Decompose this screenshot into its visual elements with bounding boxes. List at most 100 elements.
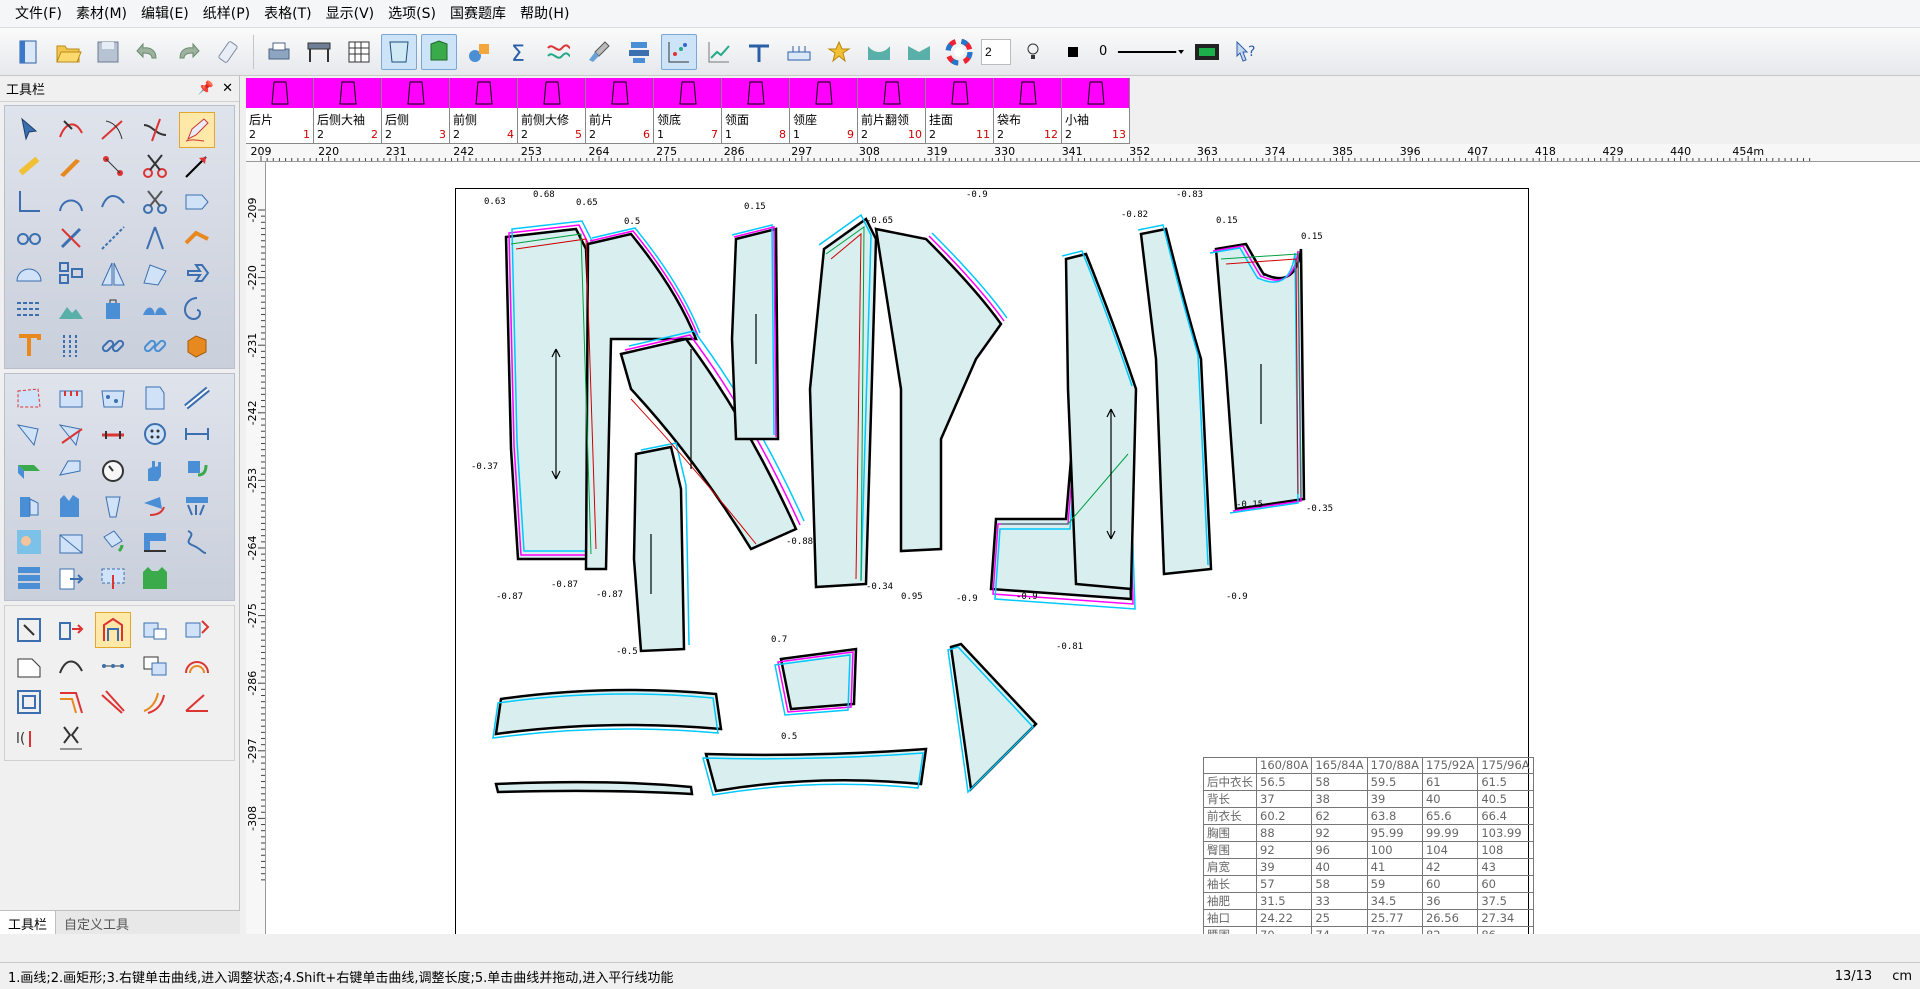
seam-allowance-tool[interactable]: [11, 380, 47, 416]
move-tool[interactable]: [179, 256, 215, 292]
chain-tool[interactable]: [95, 328, 131, 364]
menu-table[interactable]: 表格(T): [257, 0, 318, 28]
link-curve-tool[interactable]: [11, 220, 47, 256]
dart-tool[interactable]: [95, 220, 131, 256]
open-button[interactable]: [50, 34, 86, 70]
grade-line-tool[interactable]: [53, 648, 89, 684]
star-button[interactable]: [821, 34, 857, 70]
fold-button[interactable]: [861, 34, 897, 70]
window-tool[interactable]: [53, 524, 89, 560]
arrow-line-tool[interactable]: [179, 148, 215, 184]
grade-angle-tool[interactable]: [95, 684, 131, 720]
smart-pen-tool[interactable]: [179, 112, 215, 148]
grade-rotate-tool[interactable]: [137, 684, 173, 720]
line-width-field[interactable]: [981, 38, 1011, 65]
mountain-tool[interactable]: [53, 292, 89, 328]
grade-curve-tool[interactable]: [11, 648, 47, 684]
undo-button[interactable]: [130, 34, 166, 70]
arc-tool[interactable]: [53, 184, 89, 220]
fold-piece-tool[interactable]: [11, 452, 47, 488]
drill-hole-tool[interactable]: [95, 380, 131, 416]
select-tool[interactable]: [11, 112, 47, 148]
button-tool[interactable]: [137, 416, 173, 452]
grade-align-tool[interactable]: [137, 612, 173, 648]
pin-icon[interactable]: 📌: [198, 81, 214, 96]
color-button[interactable]: [941, 34, 977, 70]
grade-arc-tool[interactable]: [179, 648, 215, 684]
replace-piece-tool[interactable]: [179, 452, 215, 488]
grade-select-tool[interactable]: [11, 612, 47, 648]
layout-button[interactable]: [621, 34, 657, 70]
menu-help[interactable]: 帮助(H): [513, 0, 576, 28]
cube-tool[interactable]: [179, 328, 215, 364]
intersect-tool[interactable]: [137, 112, 173, 148]
color-fill-tool[interactable]: [95, 524, 131, 560]
column-text-tool[interactable]: [53, 328, 89, 364]
seam-line-tool[interactable]: [11, 292, 47, 328]
menu-contest-bank[interactable]: 国赛题库: [443, 0, 513, 28]
corner-tool[interactable]: [11, 184, 47, 220]
compass-tool[interactable]: [137, 220, 173, 256]
adjust-tool[interactable]: [53, 112, 89, 148]
pivot-tool[interactable]: [137, 488, 173, 524]
mirror-button[interactable]: [901, 34, 937, 70]
pattern-view-button[interactable]: [381, 33, 417, 70]
line-type-dropdown[interactable]: [1115, 34, 1185, 70]
menu-pattern[interactable]: 纸样(P): [196, 0, 257, 28]
color-swatch-button[interactable]: [1055, 34, 1091, 70]
context-help-button[interactable]: ?: [1229, 34, 1265, 70]
grade-split-tool[interactable]: [137, 648, 173, 684]
grade-copy-tool[interactable]: [53, 612, 89, 648]
cut-piece-tool[interactable]: [53, 416, 89, 452]
symbol-tool[interactable]: [53, 256, 89, 292]
grainline-tool[interactable]: [179, 380, 215, 416]
shapes-button[interactable]: [461, 34, 497, 70]
menu-file[interactable]: 文件(F): [8, 0, 69, 28]
length-tool[interactable]: [179, 416, 215, 452]
brush-button[interactable]: [581, 34, 617, 70]
vest-tool[interactable]: [53, 488, 89, 524]
clock-tool[interactable]: [95, 452, 131, 488]
measure-piece-tool[interactable]: [95, 416, 131, 452]
close-icon[interactable]: ✕: [222, 81, 233, 96]
menu-options[interactable]: 选项(S): [381, 0, 443, 28]
new-file-button[interactable]: [10, 34, 46, 70]
measure-button[interactable]: [741, 34, 777, 70]
grade-frame-tool[interactable]: [11, 684, 47, 720]
grade-mirror-tool[interactable]: [53, 720, 89, 756]
tab-custom-tools[interactable]: 自定义工具: [56, 911, 137, 934]
piece-thumbnail[interactable]: 前侧大修 2 5: [518, 78, 586, 144]
wing-tool[interactable]: [137, 292, 173, 328]
stack-tool[interactable]: [11, 560, 47, 596]
chart-button[interactable]: [701, 34, 737, 70]
piece-thumbnail[interactable]: 挂面 2 11: [926, 78, 994, 144]
grade-angle2-tool[interactable]: [179, 684, 215, 720]
wave-button[interactable]: [541, 34, 577, 70]
film-button[interactable]: [1189, 34, 1225, 70]
split-piece-tool[interactable]: [11, 488, 47, 524]
save-button[interactable]: [90, 34, 126, 70]
tag-tool[interactable]: [179, 184, 215, 220]
plot-button[interactable]: [301, 34, 337, 70]
menu-view[interactable]: 显示(V): [319, 0, 382, 28]
skin-tool[interactable]: [11, 524, 47, 560]
flip-tool[interactable]: [95, 256, 131, 292]
jacket-tool[interactable]: [137, 560, 173, 596]
bag-tool[interactable]: [95, 292, 131, 328]
table-button[interactable]: [341, 34, 377, 70]
bulb-button[interactable]: [1015, 34, 1051, 70]
piece-thumbnail[interactable]: 后侧大袖 2 2: [314, 78, 382, 144]
piece-thumbnail[interactable]: 领底 1 7: [654, 78, 722, 144]
pleat-piece-tool[interactable]: [11, 416, 47, 452]
size-button[interactable]: [781, 34, 817, 70]
piece-thumbnail[interactable]: 领面 1 8: [722, 78, 790, 144]
piece-thumbnail[interactable]: 前侧 2 4: [450, 78, 518, 144]
grading-points-button[interactable]: [661, 33, 697, 70]
piece-thumbnail[interactable]: 领座 1 9: [790, 78, 858, 144]
point-tool[interactable]: [95, 148, 131, 184]
chain-break-tool[interactable]: [137, 328, 173, 364]
eraser-button[interactable]: [210, 34, 246, 70]
grade-corner-tool[interactable]: [53, 684, 89, 720]
sleeve-tool[interactable]: [95, 488, 131, 524]
merge-adjust-tool[interactable]: [95, 112, 131, 148]
